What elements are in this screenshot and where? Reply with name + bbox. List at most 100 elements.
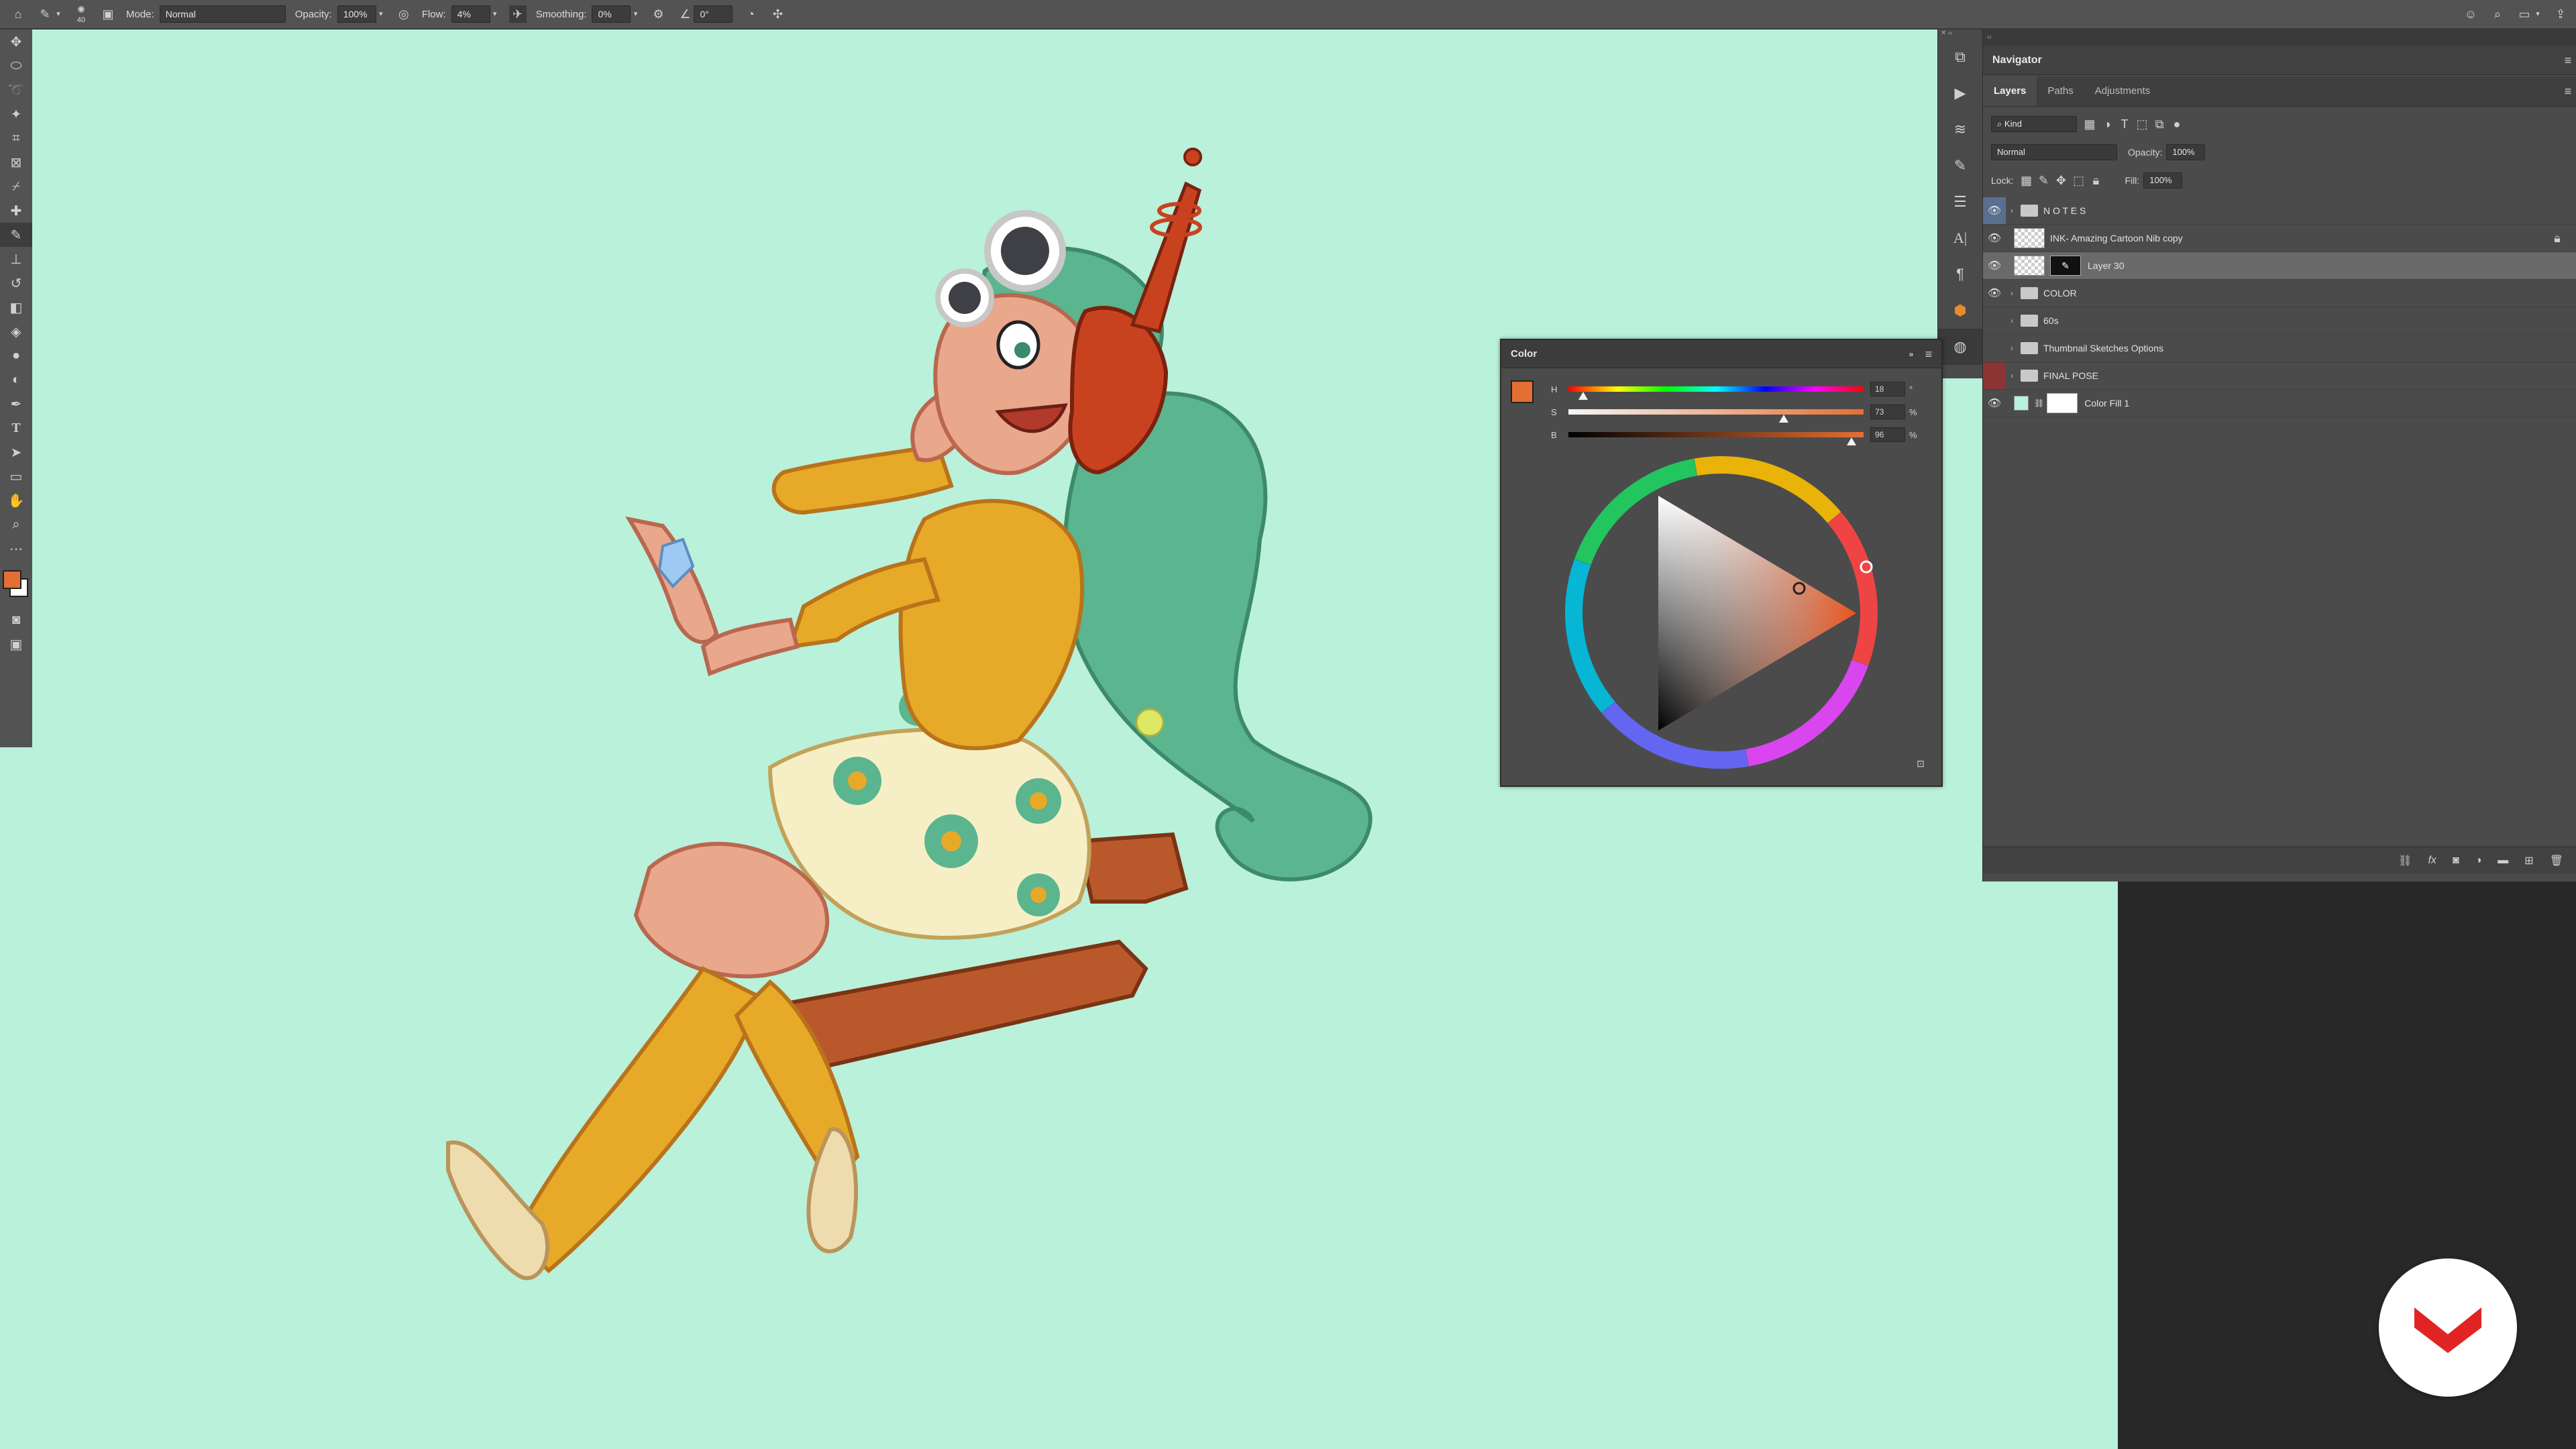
crop-icon[interactable]: ⌗	[0, 126, 32, 150]
tab-layers[interactable]: Layers	[1983, 76, 2037, 106]
plugin-cube-icon[interactable]: ⬢	[1938, 292, 1982, 329]
hue-knob[interactable]	[1578, 392, 1588, 400]
dodge-icon[interactable]: ◐	[0, 368, 32, 392]
home-icon[interactable]: ⌂	[9, 5, 27, 23]
add-mask-icon[interactable]: ◙	[2453, 855, 2459, 867]
layer-row[interactable]: 👁︎ › COLOR	[1983, 280, 2576, 307]
panel-menu-icon[interactable]: ≡	[1920, 345, 1937, 363]
brush-preset-icon[interactable]: ✺	[72, 3, 90, 15]
hue-value[interactable]: 18	[1870, 382, 1905, 396]
eye-icon[interactable]: 👁︎	[1983, 197, 2006, 224]
chevron-right-icon[interactable]: ›	[2006, 343, 2018, 353]
filter-adjustment-icon[interactable]: ◑	[2098, 115, 2116, 133]
chevron-down-icon[interactable]: ▾	[376, 5, 386, 23]
lock-transparent-icon[interactable]: ▦	[2017, 172, 2035, 189]
symmetry-icon[interactable]: ✣	[769, 5, 786, 23]
fx-icon[interactable]: fx	[2428, 855, 2436, 867]
panel-menu-icon[interactable]: ≡	[2559, 52, 2576, 69]
chevron-down-icon[interactable]: ▾	[490, 5, 500, 23]
saturation-knob[interactable]	[1779, 415, 1788, 423]
panel-collapse-bar[interactable]: ‹‹	[1983, 30, 2576, 46]
eye-hidden-icon[interactable]: ·	[1983, 307, 2006, 334]
chevron-right-icon[interactable]: ›	[2006, 316, 2018, 325]
marquee-icon[interactable]: ⬭	[0, 54, 32, 78]
color-icon[interactable]: ◍	[1938, 329, 1982, 365]
eye-hidden-icon[interactable]	[1983, 362, 2006, 389]
path-select-icon[interactable]: ➤	[0, 440, 32, 464]
zoom-icon[interactable]: ⌕	[0, 513, 32, 537]
search-icon[interactable]: ⌕	[2489, 5, 2506, 23]
flow-field[interactable]: 4%	[451, 5, 490, 23]
new-group-icon[interactable]: ▬	[2498, 855, 2508, 867]
saturation-value[interactable]: 73	[1870, 405, 1905, 419]
brush-tool-icon[interactable]: ✎	[36, 5, 54, 23]
layer-row[interactable]: · › Thumbnail Sketches Options	[1983, 335, 2576, 362]
lock-pixels-icon[interactable]: ✎	[2035, 172, 2052, 189]
hand-icon[interactable]: ✋	[0, 488, 32, 513]
panel-menu-icon[interactable]: ≡	[2559, 83, 2576, 100]
hue-slider[interactable]	[1568, 386, 1864, 400]
layer-opacity-field[interactable]: 100%	[2166, 144, 2206, 160]
eye-icon[interactable]: 👁︎	[1983, 225, 2006, 252]
angle-field[interactable]: 0°	[694, 5, 733, 23]
layer-row[interactable]: · › 60s	[1983, 307, 2576, 335]
user-icon[interactable]: ☺	[2462, 5, 2479, 23]
chevron-right-icon[interactable]: ›	[2006, 371, 2018, 380]
chevron-down-icon[interactable]: ▾	[54, 5, 63, 23]
adjustment-layer-icon[interactable]: ◑	[2475, 855, 2482, 867]
layer-row[interactable]: 👁︎ ⛓ Color Fill 1	[1983, 390, 2576, 417]
opacity-field[interactable]: 100%	[337, 5, 376, 23]
layer-row[interactable]: 👁︎ INK- Amazing Cartoon Nib copy 🔒︎	[1983, 225, 2576, 252]
paragraph-icon[interactable]: ¶	[1938, 256, 1982, 292]
filter-kind-select[interactable]: ⌕ Kind	[1991, 116, 2077, 132]
eye-icon[interactable]: 👁︎	[1983, 252, 2006, 279]
gear-icon[interactable]: ⚙	[649, 5, 667, 23]
chevron-down-icon[interactable]: ▾	[631, 5, 640, 23]
chevron-down-icon[interactable]: ▾	[2533, 5, 2542, 23]
layer-mask-thumbnail[interactable]	[2047, 393, 2078, 413]
actions-play-icon[interactable]: ▶	[1938, 75, 1982, 111]
screen-mode-icon[interactable]: ▣	[0, 632, 32, 656]
pressure-opacity-icon[interactable]: ◎	[395, 5, 413, 23]
saturation-slider[interactable]	[1568, 409, 1864, 423]
properties-icon[interactable]: ☰	[1938, 184, 1982, 220]
brush-icon[interactable]: ✎	[0, 223, 32, 247]
eyedropper-icon[interactable]: ⌿	[0, 174, 32, 199]
foreground-color-swatch[interactable]	[3, 570, 21, 589]
collapse-icon[interactable]: ✕ ‹‹	[1938, 30, 1982, 39]
filter-shape-icon[interactable]: ⬚	[2133, 115, 2151, 133]
eye-icon[interactable]: 👁︎	[1983, 390, 2006, 417]
layer-row[interactable]: 👁︎ › N O T E S	[1983, 197, 2576, 225]
healing-icon[interactable]: ✚	[0, 199, 32, 223]
adjustments-icon[interactable]: ≋	[1938, 111, 1982, 148]
layer-mask-thumbnail[interactable]: ✎	[2050, 256, 2081, 276]
filter-toggle-icon[interactable]: ●	[2168, 115, 2186, 133]
type-icon[interactable]: T	[0, 416, 32, 440]
trash-icon[interactable]: 🗑︎	[2550, 854, 2563, 867]
brightness-slider[interactable]	[1568, 432, 1864, 445]
lasso-icon[interactable]: ➰	[0, 78, 32, 102]
color-panel-header[interactable]: Color » ≡	[1501, 340, 1941, 368]
move-icon[interactable]: ✥	[0, 30, 32, 54]
brightness-value[interactable]: 96	[1870, 427, 1905, 442]
stamp-icon[interactable]: ⊥	[0, 247, 32, 271]
layer-row[interactable]: › FINAL POSE	[1983, 362, 2576, 390]
brush-settings-icon[interactable]: ✎	[1938, 148, 1982, 184]
brush-settings-icon[interactable]: ▣	[99, 5, 117, 23]
layer-row-selected[interactable]: 👁︎ ✎ Layer 30	[1983, 252, 2576, 280]
workspace-icon[interactable]: ▭	[2516, 5, 2533, 23]
eraser-icon[interactable]: ◧	[0, 295, 32, 319]
chevron-right-icon[interactable]: ›	[2006, 206, 2018, 215]
link-layers-icon[interactable]: ⛓	[2398, 854, 2412, 867]
tab-adjustments[interactable]: Adjustments	[2084, 76, 2161, 106]
fill-color-swatch[interactable]	[2014, 396, 2029, 411]
lock-position-icon[interactable]: ✥	[2052, 172, 2070, 189]
blur-icon[interactable]: ●	[0, 343, 32, 368]
rectangle-icon[interactable]: ▭	[0, 464, 32, 488]
eye-icon[interactable]: 👁︎	[1983, 280, 2006, 307]
character-icon[interactable]: A|	[1938, 220, 1982, 256]
history-icon[interactable]: ⧉	[1938, 39, 1982, 75]
expand-icon[interactable]: ⊡	[1912, 755, 1929, 772]
new-layer-icon[interactable]: ⊞	[2524, 854, 2533, 867]
mode-select[interactable]: Normal	[159, 5, 286, 23]
